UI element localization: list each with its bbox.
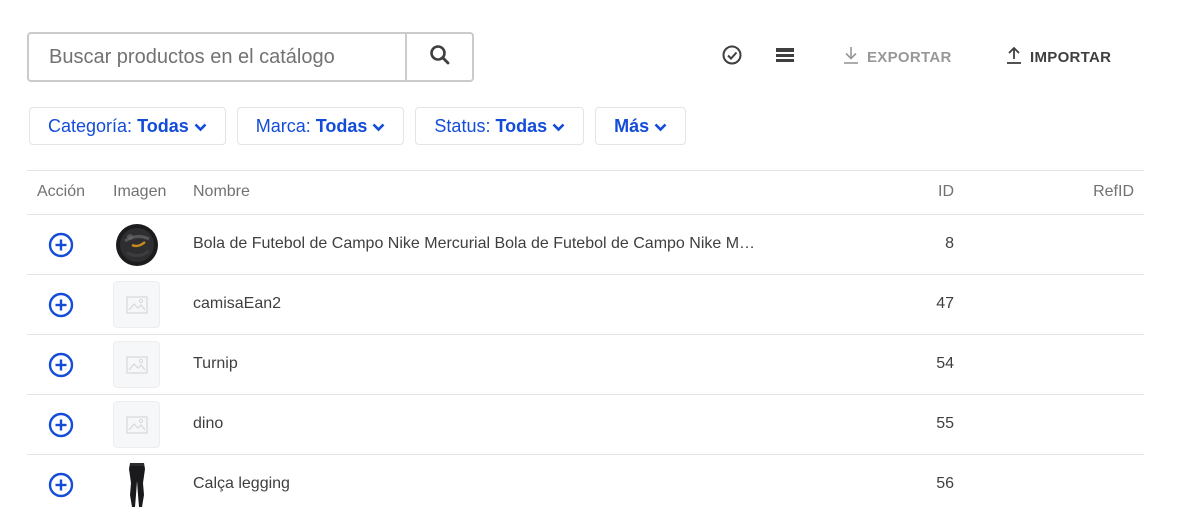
product-id: 47 [936, 295, 954, 312]
search-icon [429, 44, 451, 71]
chevron-down-icon [372, 116, 385, 137]
table-row[interactable]: Bola de Futebol de Campo Nike Mercurial … [27, 215, 1144, 275]
add-circle-icon[interactable] [48, 412, 74, 438]
table-row[interactable]: Turnip 54 [27, 335, 1144, 395]
check-circle-icon [721, 44, 743, 71]
image-placeholder-icon [113, 341, 160, 388]
add-circle-icon[interactable] [48, 472, 74, 498]
filter-value: Todas [137, 115, 189, 136]
density-button[interactable] [772, 44, 798, 70]
filter-value: Más [614, 115, 650, 136]
export-label: EXPORTAR [867, 48, 952, 66]
product-name[interactable]: Calça legging [193, 475, 763, 493]
download-icon [843, 46, 859, 68]
product-image-soccer-ball [113, 221, 160, 268]
export-button[interactable]: EXPORTAR [843, 44, 952, 70]
add-circle-icon[interactable] [48, 352, 74, 378]
filter-bar: Categoría: Todas Marca: Todas Status: To… [29, 107, 687, 145]
filter-label: Categoría: [48, 115, 133, 136]
column-header-action: Acción [37, 183, 86, 200]
add-circle-icon[interactable] [48, 232, 74, 258]
table-row[interactable]: dino 55 [27, 395, 1144, 455]
column-header-refid: RefID [1093, 183, 1134, 200]
column-header-image: Imagen [113, 183, 167, 200]
filter-value: Todas [315, 115, 368, 136]
filter-label: Status: [434, 115, 491, 136]
check-circle-button[interactable] [719, 44, 745, 70]
search-input[interactable] [29, 34, 405, 80]
table-header: Acción Imagen Nombre ID RefID [27, 170, 1144, 215]
table-row[interactable]: camisaEan2 47 [27, 275, 1144, 335]
filter-status[interactable]: Status: Todas [415, 107, 585, 145]
product-id: 56 [936, 475, 954, 492]
filter-label: Marca: [255, 115, 311, 136]
table-row[interactable]: Calça legging 56 [27, 455, 1144, 514]
product-name[interactable]: Turnip [193, 355, 763, 373]
import-label: IMPORTAR [1030, 48, 1112, 66]
rows-density-icon [775, 46, 795, 69]
chevron-down-icon [194, 116, 207, 137]
image-placeholder-icon [113, 401, 160, 448]
products-table: Acción Imagen Nombre ID RefID Bola de Fu… [27, 170, 1144, 514]
filter-more[interactable]: Más [595, 107, 687, 145]
toolbar: EXPORTAR IMPORTAR [27, 32, 1127, 82]
product-name[interactable]: Bola de Futebol de Campo Nike Mercurial … [193, 235, 763, 253]
product-name[interactable]: camisaEan2 [193, 295, 763, 313]
product-id: 54 [936, 355, 954, 372]
filter-brand[interactable]: Marca: Todas [236, 107, 405, 145]
column-header-name: Nombre [193, 183, 250, 200]
image-placeholder-icon [113, 281, 160, 328]
upload-icon [1006, 46, 1022, 68]
product-id: 55 [936, 415, 954, 432]
search-box [27, 32, 474, 82]
filter-category[interactable]: Categoría: Todas [29, 107, 226, 145]
chevron-down-icon [552, 116, 565, 137]
product-id: 8 [945, 235, 954, 252]
add-circle-icon[interactable] [48, 292, 74, 318]
product-name[interactable]: dino [193, 415, 763, 433]
product-image-leggings [113, 461, 160, 508]
import-button[interactable]: IMPORTAR [1006, 44, 1111, 70]
search-button[interactable] [405, 34, 472, 80]
filter-value: Todas [495, 115, 548, 136]
column-header-id: ID [938, 183, 954, 200]
chevron-down-icon [654, 116, 667, 137]
